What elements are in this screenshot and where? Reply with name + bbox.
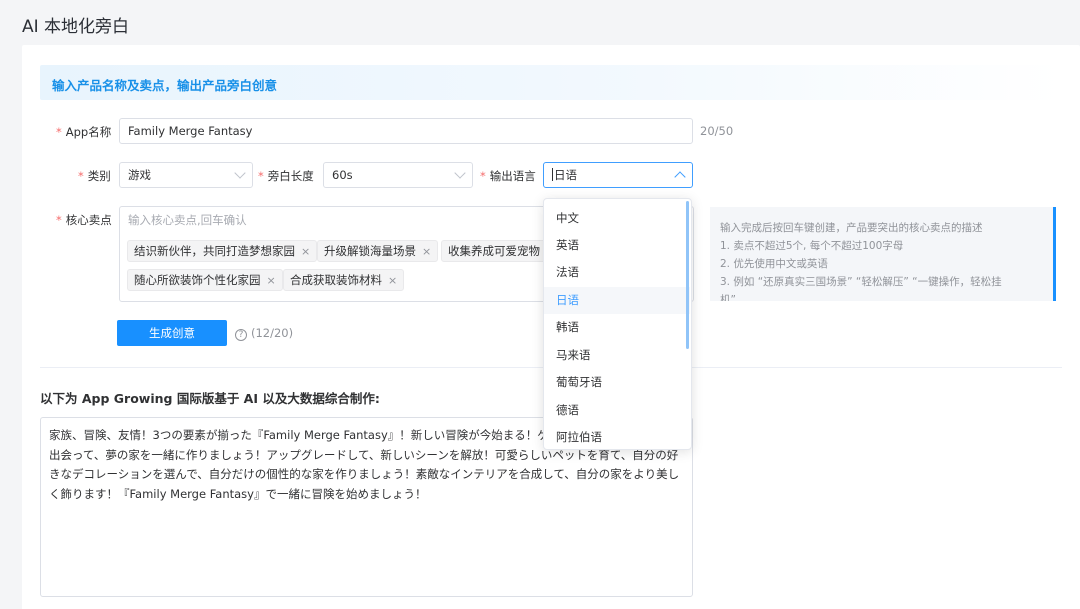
app-name-label: * App名称 — [56, 124, 111, 140]
intro-banner: 输入产品名称及卖点，输出产品旁白创意 — [40, 65, 1062, 100]
tag-label: 随心所欲装饰个性化家园 — [134, 273, 261, 287]
hint-line: 1. 卖点不超过5个, 每个不超过100字母 — [720, 240, 904, 252]
selling-points-label-text: 核心卖点 — [65, 213, 112, 227]
length-select[interactable]: 60s — [323, 162, 473, 188]
selling-point-tag: 合成获取装饰材料 × — [283, 269, 405, 291]
close-icon[interactable]: × — [388, 274, 397, 287]
selling-points-label: * 核心卖点 — [56, 212, 112, 228]
length-label-text: 旁白长度 — [267, 169, 314, 183]
language-option-selected[interactable]: 日语 — [544, 287, 690, 314]
selling-point-tag: 升级解锁海量场景 × — [317, 240, 439, 262]
app-name-label-text: App名称 — [65, 125, 112, 139]
app-name-counter: 20/50 — [700, 124, 734, 138]
close-icon[interactable]: × — [422, 245, 431, 258]
hint-line: 3. 例如 “还原真实三国场景” “轻松解压” “一键操作，轻松挂 — [720, 276, 1002, 288]
banner-text: 输入产品名称及卖点，输出产品旁白创意 — [52, 78, 278, 93]
tag-label: 收集养成可爱宠物 — [448, 244, 540, 258]
required-mark: * — [78, 169, 84, 183]
hint-line: 2. 优先使用中文或英语 — [720, 258, 828, 270]
language-label: * 输出语言 — [480, 168, 536, 184]
help-icon[interactable]: ? — [235, 329, 247, 341]
required-mark: * — [480, 169, 486, 183]
language-option[interactable]: 韩语 — [544, 314, 690, 341]
hint-line: 输入完成后按回车键创建，产品要突出的核心卖点的描述 — [720, 222, 983, 234]
language-option[interactable]: 德语 — [544, 397, 690, 424]
language-value: 日语 — [554, 168, 577, 182]
language-label-text: 输出语言 — [489, 169, 536, 183]
category-value: 游戏 — [128, 168, 151, 182]
usage-count: (12/20) — [251, 326, 294, 340]
text-caret — [552, 168, 553, 181]
selling-point-tag: 随心所欲装饰个性化家园 × — [127, 269, 283, 291]
result-title: 以下为 App Growing 国际版基于 AI 以及大数据综合制作: — [40, 391, 380, 406]
language-dropdown: 中文 英语 法语 日语 韩语 马来语 葡萄牙语 德语 阿拉伯语 — [543, 198, 692, 450]
generate-button[interactable]: 生成创意 — [117, 320, 227, 346]
app-name-input[interactable]: Family Merge Fantasy — [119, 118, 693, 144]
selling-points-hint: 输入完成后按回车键创建，产品要突出的核心卖点的描述 1. 卖点不超过5个, 每个… — [710, 207, 1056, 301]
required-mark: * — [258, 169, 264, 183]
length-value: 60s — [332, 168, 353, 182]
close-icon[interactable]: × — [267, 274, 276, 287]
language-option[interactable]: 法语 — [544, 259, 690, 286]
close-icon[interactable]: × — [301, 245, 310, 258]
chevron-down-icon — [234, 167, 246, 179]
usage-info: ? (12/20) — [235, 326, 293, 341]
language-option[interactable]: 马来语 — [544, 342, 690, 369]
length-label: * 旁白长度 — [258, 168, 314, 184]
language-select[interactable]: 日语 — [543, 162, 693, 188]
chevron-up-icon — [674, 171, 686, 183]
hint-line: 机” — [720, 294, 736, 301]
chevron-down-icon — [454, 167, 466, 179]
selling-points-placeholder: 输入核心卖点,回车确认 — [128, 213, 247, 227]
tag-label: 结识新伙伴，共同打造梦想家园 — [134, 244, 295, 258]
required-mark: * — [56, 213, 62, 227]
required-mark: * — [56, 125, 62, 139]
page-title: AI 本地化旁白 — [22, 17, 130, 37]
language-option[interactable]: 阿拉伯语 — [544, 424, 690, 449]
dropdown-scrollbar[interactable] — [686, 201, 689, 349]
selling-point-tag: 结识新伙伴，共同打造梦想家园 × — [127, 240, 318, 262]
tag-label: 合成获取装饰材料 — [290, 273, 382, 287]
category-label-text: 类别 — [87, 169, 111, 183]
category-label: * 类别 — [78, 168, 111, 184]
language-option[interactable]: 葡萄牙语 — [544, 369, 690, 396]
tag-label: 升级解锁海量场景 — [324, 244, 416, 258]
language-option[interactable]: 中文 — [544, 205, 690, 232]
category-select[interactable]: 游戏 — [119, 162, 253, 188]
language-option[interactable]: 英语 — [544, 232, 690, 259]
